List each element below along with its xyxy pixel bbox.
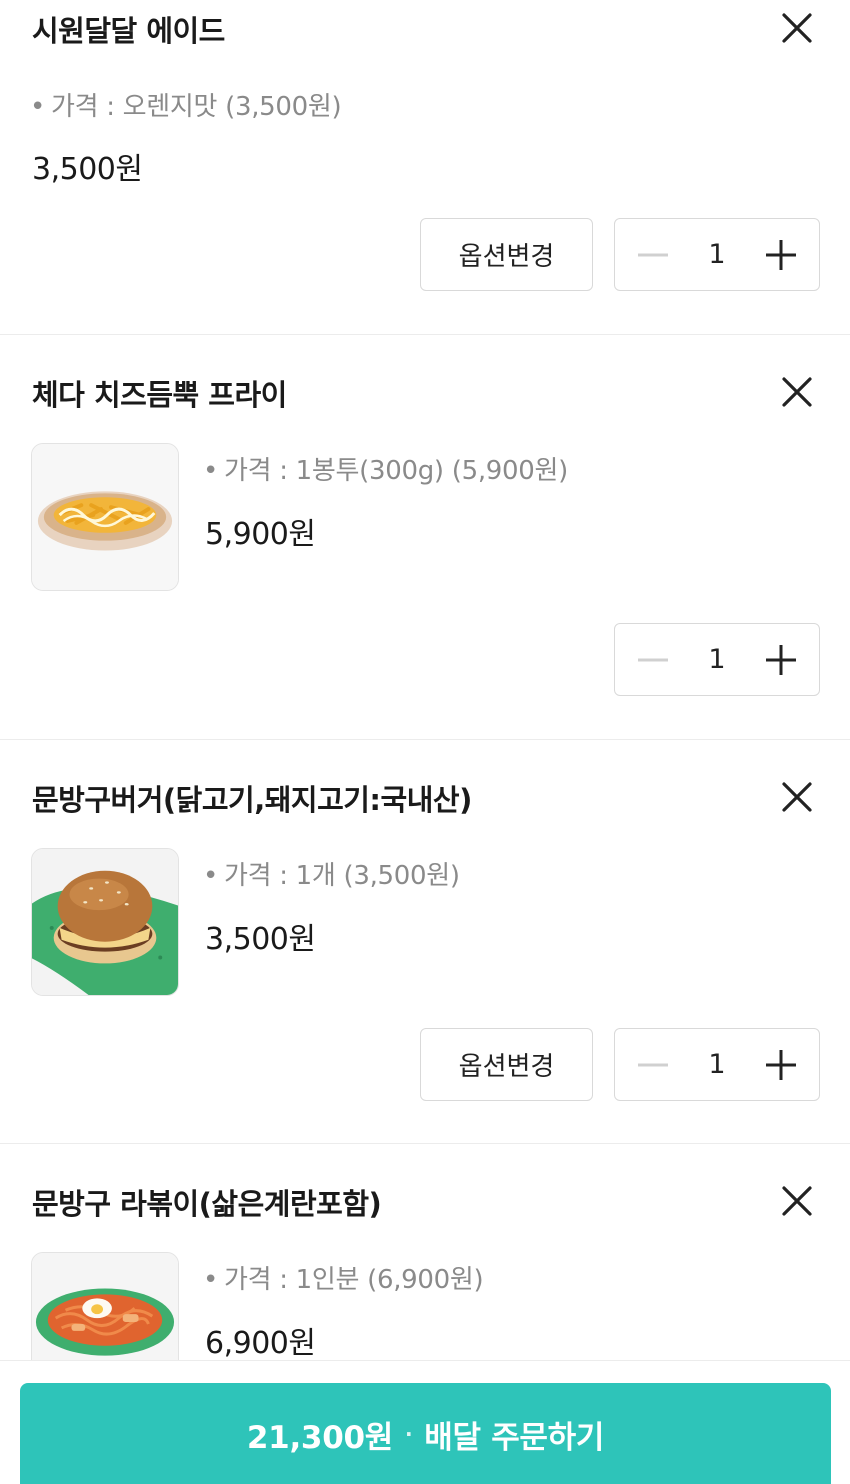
- remove-item-button[interactable]: [780, 1184, 814, 1218]
- item-option: • 가격 : 1개 (3,500원): [203, 861, 460, 891]
- order-total: 21,300원: [246, 1419, 393, 1456]
- cart-item: 문방구버거(닭고기,돼지고기:국내산) • 가격 : 1개 (3,500원) 3…: [0, 739, 850, 1143]
- rabokki-image: [32, 1253, 178, 1360]
- quantity-stepper: 1: [614, 218, 820, 291]
- remove-item-button[interactable]: [780, 11, 814, 45]
- cart-item: 체다 치즈듬뿍 프라이 • 가격 : 1봉투(300g) (5,900원) 5,9…: [0, 334, 850, 739]
- item-option: • 가격 : 1인분 (6,900원): [203, 1265, 484, 1295]
- option-change-button[interactable]: 옵션변경: [420, 1028, 593, 1101]
- item-price: 6,900원: [205, 1326, 316, 1360]
- order-delivery-button[interactable]: 21,300원 · 배달 주문하기: [20, 1383, 831, 1484]
- increase-quantity-button[interactable]: [743, 1029, 819, 1100]
- item-thumbnail: [31, 1252, 179, 1360]
- item-name: 시원달달 에이드: [32, 14, 225, 48]
- increase-quantity-button[interactable]: [743, 624, 819, 695]
- item-name: 체다 치즈듬뿍 프라이: [32, 378, 287, 412]
- item-option: • 가격 : 오렌지맛 (3,500원): [30, 92, 342, 122]
- quantity-value: 1: [708, 644, 726, 675]
- cart-item-list: 시원달달 에이드 • 가격 : 오렌지맛 (3,500원) 3,500원 옵션변경…: [0, 0, 850, 1360]
- minus-icon: [638, 658, 668, 661]
- close-icon: [782, 13, 812, 43]
- minus-icon: [638, 1063, 668, 1066]
- item-thumbnail: [31, 443, 179, 591]
- quantity-value: 1: [708, 1049, 726, 1080]
- remove-item-button[interactable]: [780, 780, 814, 814]
- decrease-quantity-button[interactable]: [615, 219, 691, 290]
- item-price: 3,500원: [205, 922, 316, 957]
- minus-icon: [638, 253, 668, 256]
- quantity-stepper: 1: [614, 623, 820, 696]
- cart-item: 문방구 라볶이(삶은계란포함) • 가격 : 1인분 (6,900원) 6,90…: [0, 1143, 850, 1360]
- item-price: 3,500원: [32, 152, 143, 187]
- increase-quantity-button[interactable]: [743, 219, 819, 290]
- quantity-value: 1: [708, 239, 726, 270]
- close-icon: [782, 1186, 812, 1216]
- cart-item: 시원달달 에이드 • 가격 : 오렌지맛 (3,500원) 3,500원 옵션변경…: [0, 0, 850, 334]
- item-name: 문방구 라볶이(삶은계란포함): [32, 1187, 382, 1221]
- item-name: 문방구버거(닭고기,돼지고기:국내산): [32, 783, 472, 817]
- quantity-stepper: 1: [614, 1028, 820, 1101]
- cheese-fries-image: [32, 444, 178, 590]
- plus-icon: [766, 239, 796, 270]
- plus-icon: [766, 644, 796, 675]
- decrease-quantity-button[interactable]: [615, 624, 691, 695]
- bottom-order-bar: 21,300원 · 배달 주문하기: [0, 1360, 850, 1484]
- order-separator: ·: [404, 1422, 413, 1446]
- close-icon: [782, 782, 812, 812]
- item-price: 5,900원: [205, 517, 316, 552]
- close-icon: [782, 377, 812, 407]
- item-thumbnail: [31, 848, 179, 996]
- option-change-button[interactable]: 옵션변경: [420, 218, 593, 291]
- item-option: • 가격 : 1봉투(300g) (5,900원): [203, 456, 568, 486]
- burger-image: [32, 849, 178, 995]
- plus-icon: [766, 1049, 796, 1080]
- order-label: 배달 주문하기: [424, 1419, 605, 1456]
- decrease-quantity-button[interactable]: [615, 1029, 691, 1100]
- remove-item-button[interactable]: [780, 375, 814, 409]
